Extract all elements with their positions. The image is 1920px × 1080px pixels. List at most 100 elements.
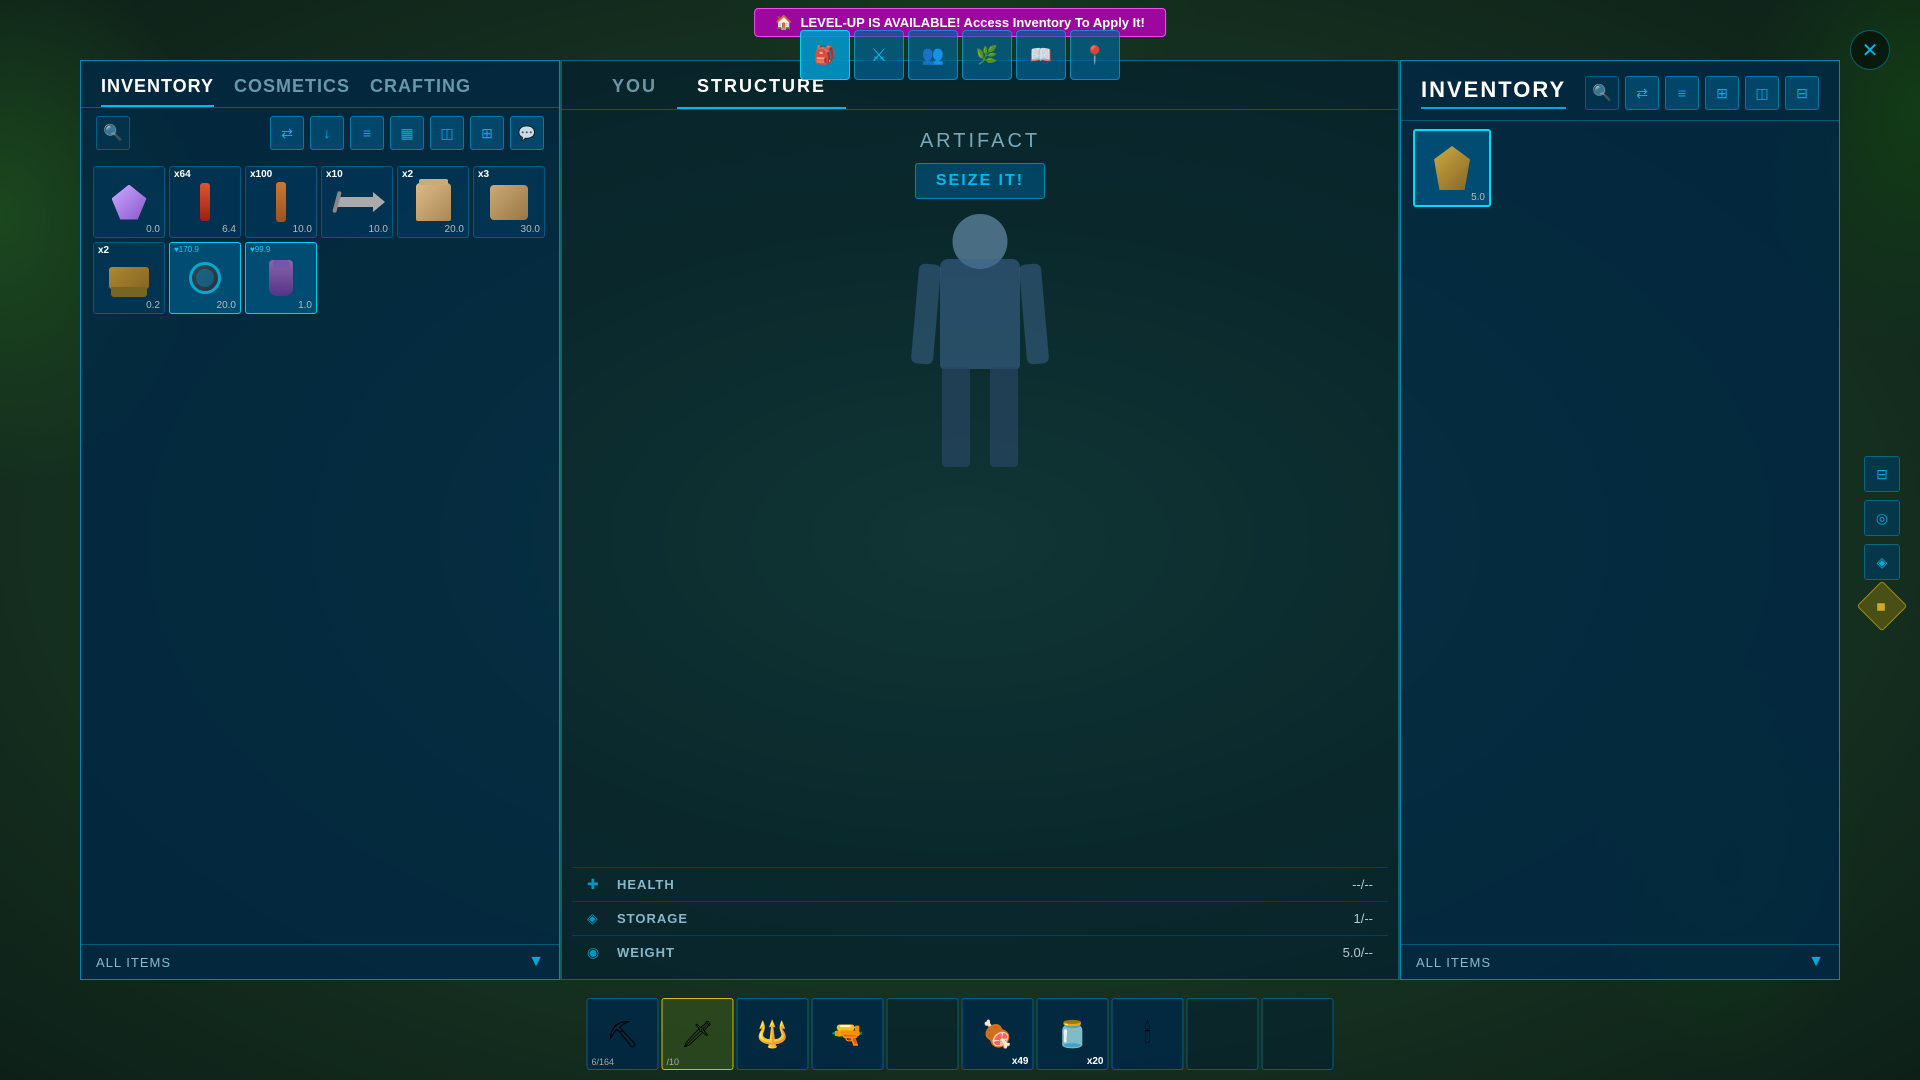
hotbar-slot-10[interactable]	[1262, 998, 1334, 1070]
middle-content: ARTIFACT SEIZE IT!	[562, 110, 1398, 867]
item-slot[interactable]: x2 0.2	[93, 242, 165, 314]
nav-location[interactable]: 📍	[1070, 30, 1120, 80]
close-button[interactable]: ✕	[1850, 30, 1890, 70]
notification-text: LEVEL-UP IS AVAILABLE! Access Inventory …	[801, 15, 1145, 30]
right-transfer-btn[interactable]: ⇄	[1625, 76, 1659, 110]
item-value: 20.0	[445, 224, 464, 235]
item-value: 6.4	[222, 224, 236, 235]
top-nav: 🎒 ⚔ 👥 🌿 📖 📍	[800, 30, 1120, 80]
item-value: 0.2	[146, 300, 160, 311]
item-value: 10.0	[369, 224, 388, 235]
hotbar-slot-3[interactable]: 🔱	[737, 998, 809, 1070]
item-slot[interactable]: x2 20.0	[397, 166, 469, 238]
nav-crafting[interactable]: 🌿	[962, 30, 1012, 80]
sword-icon: 🗡	[681, 1019, 714, 1050]
item-value: 20.0	[217, 300, 236, 311]
nav-tribe[interactable]: 👥	[908, 30, 958, 80]
staff-icon: 🔱	[756, 1019, 788, 1050]
left-filter-bar[interactable]: ALL ITEMS ▼	[81, 944, 559, 979]
slot-qty: x20	[1087, 1056, 1104, 1067]
storage-icon: ◈	[587, 910, 607, 927]
item-slot[interactable]: 0.0	[93, 166, 165, 238]
expand-btn[interactable]: ⊞	[470, 116, 504, 150]
filter-btn[interactable]: ≡	[350, 116, 384, 150]
item-slot-selected[interactable]: ♥170.9 20.0	[169, 242, 241, 314]
character-figure	[890, 219, 1070, 499]
drop-btn[interactable]: ↓	[310, 116, 344, 150]
item-value: 0.0	[146, 224, 160, 235]
item-qty: x64	[174, 169, 191, 180]
chat-btn[interactable]: 💬	[510, 116, 544, 150]
right-side-icons: ⊟ ◎ ◈ ◆	[1864, 456, 1900, 624]
seize-button[interactable]: SEIZE IT!	[915, 163, 1045, 199]
right-expand-btn[interactable]: ⊞	[1705, 76, 1739, 110]
item-value: 1.0	[298, 300, 312, 311]
health-icon: ✚	[587, 876, 607, 893]
hotbar-slot-2[interactable]: 🗡 /10	[662, 998, 734, 1070]
hotbar-slot-1[interactable]: ⛏ 6/164	[587, 998, 659, 1070]
hotbar-slot-6[interactable]: 🍖 x49	[962, 998, 1034, 1070]
health-label: HEALTH	[617, 877, 1342, 892]
side-icon-3[interactable]: ◈	[1864, 544, 1900, 580]
slot-value: 6/164	[592, 1057, 615, 1067]
main-ui: INVENTORY COSMETICS CRAFTING 🔍 ⇄ ↓ ≡ ▦ ◫…	[80, 60, 1840, 980]
right-panel-header: INVENTORY 🔍 ⇄ ≡ ⊞ ◫ ⊟	[1401, 61, 1839, 121]
weight-value: 5.0/--	[1343, 945, 1373, 960]
item-slot-selected[interactable]: ♥99.9 1.0	[245, 242, 317, 314]
nav-inventory[interactable]: 🎒	[800, 30, 850, 80]
right-filter-bar[interactable]: ALL ITEMS ▼	[1401, 944, 1839, 979]
nav-map[interactable]: 📖	[1016, 30, 1066, 80]
nav-character[interactable]: ⚔	[854, 30, 904, 80]
transfer-btn[interactable]: ⇄	[270, 116, 304, 150]
filter-chevron-icon: ▼	[528, 953, 544, 971]
tab-cosmetics[interactable]: COSMETICS	[234, 76, 350, 107]
item-qty: x10	[326, 169, 343, 180]
right-toolbar: 🔍 ⇄ ≡ ⊞ ◫ ⊟	[1585, 76, 1819, 110]
artifact-item	[1434, 146, 1470, 190]
rifle-icon: 🔫	[831, 1019, 863, 1050]
filter-label: ALL ITEMS	[96, 955, 171, 970]
right-folder-btn[interactable]: ◫	[1745, 76, 1779, 110]
side-icon-1[interactable]: ⊟	[1864, 456, 1900, 492]
hotbar: ⛏ 6/164 🗡 /10 🔱 🔫 🍖 x49 🫙 x20 🕯	[587, 998, 1334, 1070]
hotbar-slot-9[interactable]	[1187, 998, 1259, 1070]
left-inventory-grid: 0.0 x64 6.4 x100 10.0 x10 10.	[81, 158, 559, 944]
tab-structure[interactable]: STRUCTURE	[677, 76, 846, 109]
house-icon: 🏠	[775, 14, 792, 31]
item-qty: x2	[98, 245, 109, 256]
hotbar-slot-5[interactable]	[887, 998, 959, 1070]
folder-btn[interactable]: ◫	[430, 116, 464, 150]
meat-icon: 🍖	[981, 1019, 1013, 1050]
hotbar-slot-7[interactable]: 🫙 x20	[1037, 998, 1109, 1070]
side-icon-diamond[interactable]: ◆	[1857, 581, 1908, 632]
hotbar-slot-8[interactable]: 🕯	[1112, 998, 1184, 1070]
tab-crafting[interactable]: CRAFTING	[370, 76, 471, 107]
hotbar-slot-4[interactable]: 🔫	[812, 998, 884, 1070]
item-slot[interactable]: x10 10.0	[321, 166, 393, 238]
weight-label: WEIGHT	[617, 945, 1333, 960]
side-icon-2[interactable]: ◎	[1864, 500, 1900, 536]
storage-label: STORAGE	[617, 911, 1344, 926]
item-qty: x2	[402, 169, 413, 180]
right-filter-btn[interactable]: ≡	[1665, 76, 1699, 110]
storage-value: 1/--	[1354, 911, 1374, 926]
char-body	[930, 259, 1030, 459]
left-panel: INVENTORY COSMETICS CRAFTING 🔍 ⇄ ↓ ≡ ▦ ◫…	[80, 60, 560, 980]
item-stat: ♥99.9	[250, 245, 270, 254]
weight-row: ◉ WEIGHT 5.0/--	[572, 935, 1388, 969]
item-qty: x100	[250, 169, 272, 180]
grid-btn[interactable]: ▦	[390, 116, 424, 150]
item-slot[interactable]: x64 6.4	[169, 166, 241, 238]
tab-you[interactable]: YOU	[592, 76, 677, 109]
item-slot[interactable]: x3 30.0	[473, 166, 545, 238]
pickaxe-icon: ⛏	[606, 1019, 639, 1050]
item-slot[interactable]: x100 10.0	[245, 166, 317, 238]
artifact-slot[interactable]: 5.0	[1413, 129, 1491, 207]
right-grid-btn[interactable]: ⊟	[1785, 76, 1819, 110]
stats-section: ✚ HEALTH --/-- ◈ STORAGE 1/-- ◉ WEIGHT 5…	[562, 867, 1398, 979]
right-filter-chevron-icon: ▼	[1808, 953, 1824, 971]
search-button[interactable]: 🔍	[96, 116, 130, 150]
tab-inventory[interactable]: INVENTORY	[101, 76, 214, 107]
right-search-button[interactable]: 🔍	[1585, 76, 1619, 110]
item-value: 30.0	[521, 224, 540, 235]
